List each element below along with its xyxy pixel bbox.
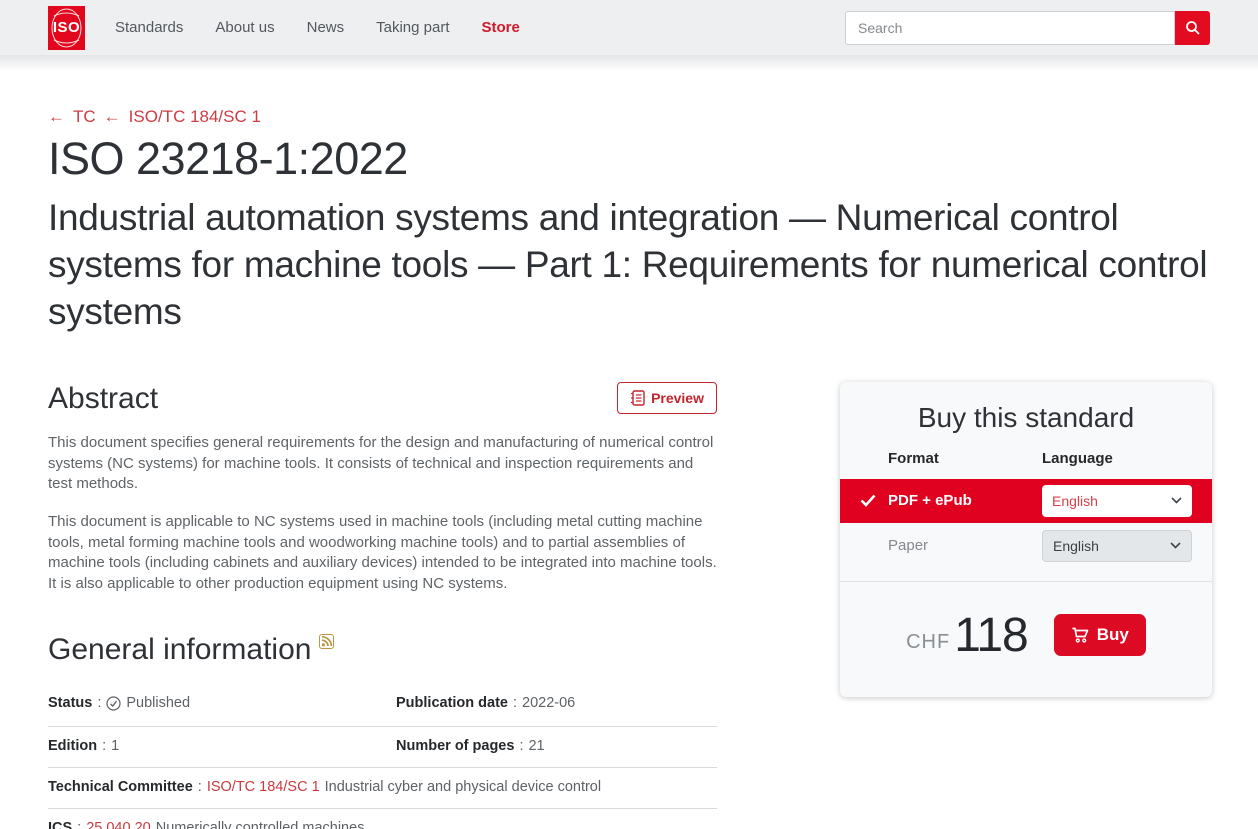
technical-committee-field: Technical Committee : ISO/TC 184/SC 1 In… bbox=[48, 779, 717, 795]
ics-link[interactable]: 25.040.20 bbox=[86, 820, 151, 829]
number-of-pages-field: Number of pages : 21 bbox=[396, 738, 744, 754]
format-row-pdf-epub[interactable]: PDF + ePub English bbox=[840, 478, 1212, 523]
back-arrow-icon: ← bbox=[103, 107, 121, 126]
cart-icon bbox=[1072, 628, 1089, 644]
header-shadow bbox=[0, 55, 1258, 71]
number-of-pages-label: Number of pages bbox=[396, 737, 515, 754]
selected-language: English bbox=[1053, 537, 1099, 554]
general-information-section: General information Status: Published P… bbox=[48, 633, 717, 829]
buy-button-label: Buy bbox=[1096, 625, 1129, 645]
iso-logo[interactable]: ISO bbox=[48, 5, 85, 50]
general-info-table: Status : Published Publication date: 20… bbox=[48, 683, 717, 829]
edition-value: 1 bbox=[111, 737, 120, 754]
separator: : bbox=[513, 695, 518, 712]
nav-standards[interactable]: Standards bbox=[115, 19, 183, 36]
edition-label: Edition bbox=[48, 737, 98, 754]
separator: : bbox=[519, 737, 524, 754]
page-title: ISO 23218-1:2022 bbox=[48, 133, 408, 184]
abstract-paragraph: This document specifies general requirem… bbox=[48, 433, 714, 493]
buy-standard-card: Buy this standard Format Language PDF + … bbox=[840, 381, 1212, 697]
separator: : bbox=[102, 737, 107, 754]
logo-text: ISO bbox=[52, 19, 81, 36]
language-column-header: Language bbox=[1042, 449, 1113, 467]
check-circle-icon bbox=[106, 696, 121, 715]
status-value: Published bbox=[126, 695, 191, 712]
left-column: Abstract Preview This document specifies… bbox=[48, 381, 717, 829]
top-header: ISO Standards About us News Taking part … bbox=[0, 0, 1258, 55]
nav-news[interactable]: News bbox=[307, 19, 345, 36]
rss-feed-icon[interactable] bbox=[319, 633, 335, 654]
technical-committee-link[interactable]: ISO/TC 184/SC 1 bbox=[207, 779, 320, 795]
technical-committee-label: Technical Committee bbox=[48, 778, 193, 795]
publication-date-field: Publication date : 2022-06 bbox=[396, 694, 744, 713]
table-row: ICS : 25.040.20 Numerically controlled m… bbox=[48, 809, 717, 829]
chevron-down-icon bbox=[1171, 497, 1182, 505]
table-row: Status : Published Publication date: 20… bbox=[48, 683, 717, 727]
format-column-header: Format bbox=[888, 449, 939, 467]
buy-card-title: Buy this standard bbox=[917, 401, 1135, 433]
document-preview-icon bbox=[631, 390, 645, 406]
search-input[interactable] bbox=[845, 10, 1175, 45]
selected-language: English bbox=[1052, 492, 1098, 509]
search-button[interactable] bbox=[1175, 10, 1210, 45]
table-row: Technical Committee : ISO/TC 184/SC 1 In… bbox=[48, 768, 717, 809]
abstract-heading: Abstract bbox=[48, 381, 159, 415]
edition-field: Edition : 1 bbox=[48, 738, 396, 754]
ics-field: ICS : 25.040.20 Numerically controlled m… bbox=[48, 820, 717, 829]
table-row: Edition : 1 Number of pages : 21 bbox=[48, 727, 717, 768]
abstract-paragraph: This document is applicable to NC system… bbox=[48, 513, 717, 593]
chevron-down-icon bbox=[1170, 542, 1181, 550]
price-value: 118 bbox=[954, 608, 1029, 662]
separator: : bbox=[197, 778, 202, 795]
publication-date-label: Publication date bbox=[396, 695, 508, 712]
separator: : bbox=[97, 695, 102, 712]
preview-button-label: Preview bbox=[651, 389, 704, 406]
technical-committee-value: Industrial cyber and physical device con… bbox=[324, 778, 602, 795]
nav-taking-part[interactable]: Taking part bbox=[376, 19, 449, 36]
ics-label: ICS bbox=[48, 819, 73, 829]
buy-button[interactable]: Buy bbox=[1053, 614, 1146, 657]
check-icon bbox=[860, 494, 888, 508]
main-content: ← TC ← ISO/TC 184/SC 1 ISO 23218-1:2022 … bbox=[0, 107, 1258, 829]
format-label: PDF + ePub bbox=[888, 492, 972, 510]
number-of-pages-value: 21 bbox=[528, 737, 545, 754]
back-arrow-icon: ← bbox=[48, 107, 65, 126]
main-nav: Standards About us News Taking part Stor… bbox=[115, 19, 520, 36]
abstract-section: Abstract Preview This document specifies… bbox=[48, 381, 717, 595]
nav-about-us[interactable]: About us bbox=[215, 19, 274, 36]
breadcrumb-committee-link[interactable]: ISO/TC 184/SC 1 bbox=[129, 107, 261, 127]
format-label: Paper bbox=[888, 537, 929, 555]
status-label: Status bbox=[48, 695, 93, 712]
search-icon bbox=[1185, 20, 1200, 35]
price-section: CHF 118 Buy bbox=[840, 580, 1212, 697]
search-bar bbox=[845, 10, 1210, 45]
nav-store[interactable]: Store bbox=[482, 19, 520, 36]
page-subtitle: Industrial automation systems and integr… bbox=[48, 197, 1208, 332]
ics-value: Numerically controlled machines bbox=[155, 819, 365, 829]
publication-date-value: 2022-06 bbox=[522, 695, 576, 712]
preview-button[interactable]: Preview bbox=[617, 381, 717, 414]
format-row-paper[interactable]: Paper English bbox=[840, 523, 1212, 569]
language-select-pdf[interactable]: English bbox=[1042, 484, 1192, 517]
separator: : bbox=[77, 819, 82, 829]
general-information-heading: General information bbox=[48, 632, 312, 666]
currency-label: CHF bbox=[906, 630, 951, 653]
buy-table-header: Format Language bbox=[840, 450, 1212, 479]
breadcrumb: ← TC ← ISO/TC 184/SC 1 bbox=[48, 107, 1210, 127]
status-field: Status : Published bbox=[48, 694, 396, 713]
right-column: Buy this standard Format Language PDF + … bbox=[840, 381, 1212, 697]
breadcrumb-tc-link[interactable]: TC bbox=[73, 107, 96, 127]
language-select-paper[interactable]: English bbox=[1042, 529, 1192, 562]
